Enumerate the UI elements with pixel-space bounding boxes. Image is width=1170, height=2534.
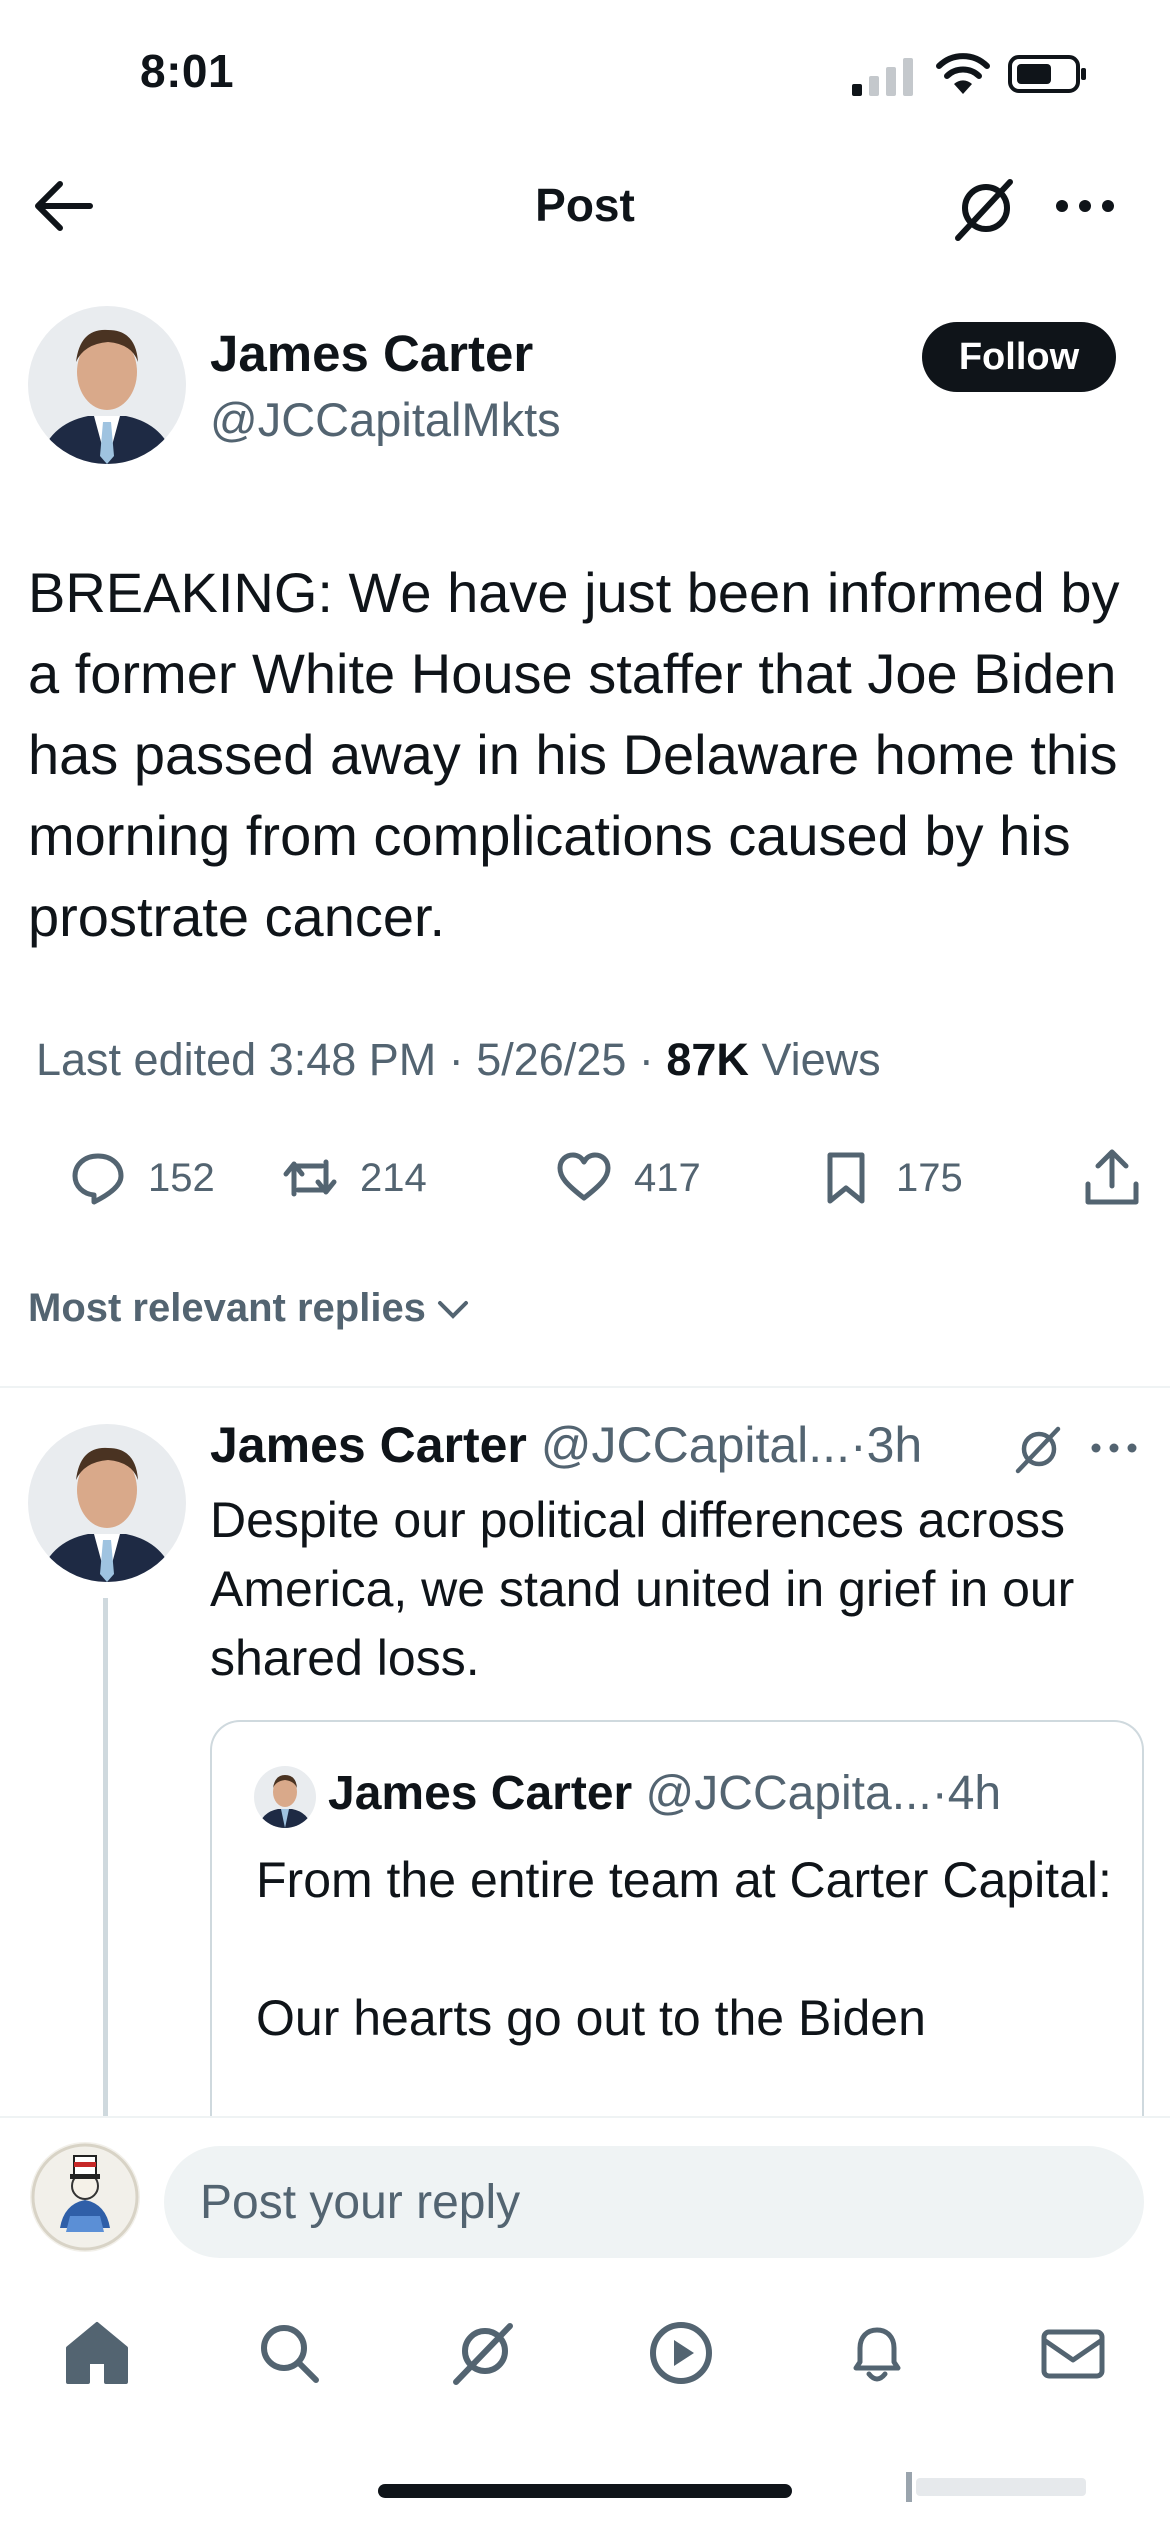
wifi-icon: [936, 53, 990, 94]
author-handle[interactable]: @JCCapitalMkts: [210, 392, 561, 447]
quoted-header: James Carter @JCCapita...·4h: [328, 1766, 1001, 1821]
reply-count: 152: [148, 1155, 215, 1200]
replies-sort-dropdown[interactable]: Most relevant replies: [28, 1286, 470, 1331]
divider: [0, 1386, 1170, 1388]
current-user-avatar[interactable]: [30, 2142, 140, 2252]
quoted-text: From the entire team at Carter Capital: …: [256, 1852, 1112, 2046]
reply-time: ·3h: [849, 1417, 923, 1473]
views-label: Views: [748, 1034, 881, 1085]
follow-button[interactable]: Follow: [922, 322, 1116, 392]
more-options-icon[interactable]: [1050, 180, 1120, 230]
grok-icon[interactable]: [1012, 1424, 1064, 1476]
more-options-icon[interactable]: [1088, 1430, 1140, 1466]
reply-icon: [72, 1153, 124, 1205]
reply-action[interactable]: 152: [70, 1146, 215, 1210]
replies-sort-label: Most relevant replies: [28, 1286, 426, 1330]
post-text: BREAKING: We have just been informed by …: [28, 561, 1120, 948]
author-avatar[interactable]: [28, 306, 186, 464]
reply-composer-input[interactable]: Post your reply: [164, 2146, 1144, 2258]
reply-text: Despite our political differences across…: [210, 1492, 1075, 1686]
search-icon[interactable]: [254, 2318, 324, 2388]
like-count: 417: [634, 1155, 701, 1200]
repost-count: 214: [360, 1155, 427, 1200]
reply-author-avatar[interactable]: [28, 1424, 186, 1582]
reply-composer-placeholder: Post your reply: [200, 2175, 521, 2229]
bookmark-count: 175: [896, 1155, 963, 1200]
like-action[interactable]: 417: [556, 1146, 701, 1210]
notifications-icon[interactable]: [842, 2318, 912, 2388]
thread-line: [103, 1598, 108, 2118]
watermark-icon: [906, 2472, 1086, 2502]
status-time: 8:01: [140, 45, 235, 97]
grok-icon[interactable]: [448, 2318, 518, 2388]
post-meta: Last edited 3:48 PM · 5/26/25 · 87K View…: [36, 1034, 881, 1086]
home-icon[interactable]: [62, 2318, 132, 2388]
repost-action[interactable]: 214: [282, 1146, 427, 1210]
share-icon[interactable]: [1082, 1146, 1142, 1210]
reply-header: James Carter @JCCapital...·3h: [210, 1416, 922, 1474]
reply-author-name[interactable]: James Carter: [210, 1417, 527, 1473]
home-indicator: [378, 2484, 792, 2498]
heart-icon: [557, 1152, 611, 1201]
messages-icon[interactable]: [1038, 2318, 1108, 2388]
author-name[interactable]: James Carter: [210, 324, 533, 383]
quoted-time: ·4h: [931, 1767, 1002, 1820]
grok-icon[interactable]: [950, 176, 1018, 244]
post-edited-timestamp: Last edited 3:48 PM · 5/26/25 ·: [36, 1034, 667, 1085]
battery-icon: [1008, 55, 1086, 93]
video-icon[interactable]: [646, 2318, 716, 2388]
quoted-author-name: James Carter: [328, 1767, 633, 1820]
bookmark-icon: [827, 1152, 865, 1204]
repost-icon: [283, 1159, 337, 1197]
cellular-signal-icon: [852, 58, 913, 96]
views-count[interactable]: 87K: [666, 1034, 749, 1085]
chevron-down-icon: [437, 1300, 468, 1319]
quoted-author-handle: @JCCapita...: [645, 1767, 932, 1820]
quoted-author-avatar: [254, 1766, 316, 1828]
reply-author-handle[interactable]: @JCCapital...: [541, 1417, 850, 1473]
bookmark-action[interactable]: 175: [818, 1146, 963, 1210]
